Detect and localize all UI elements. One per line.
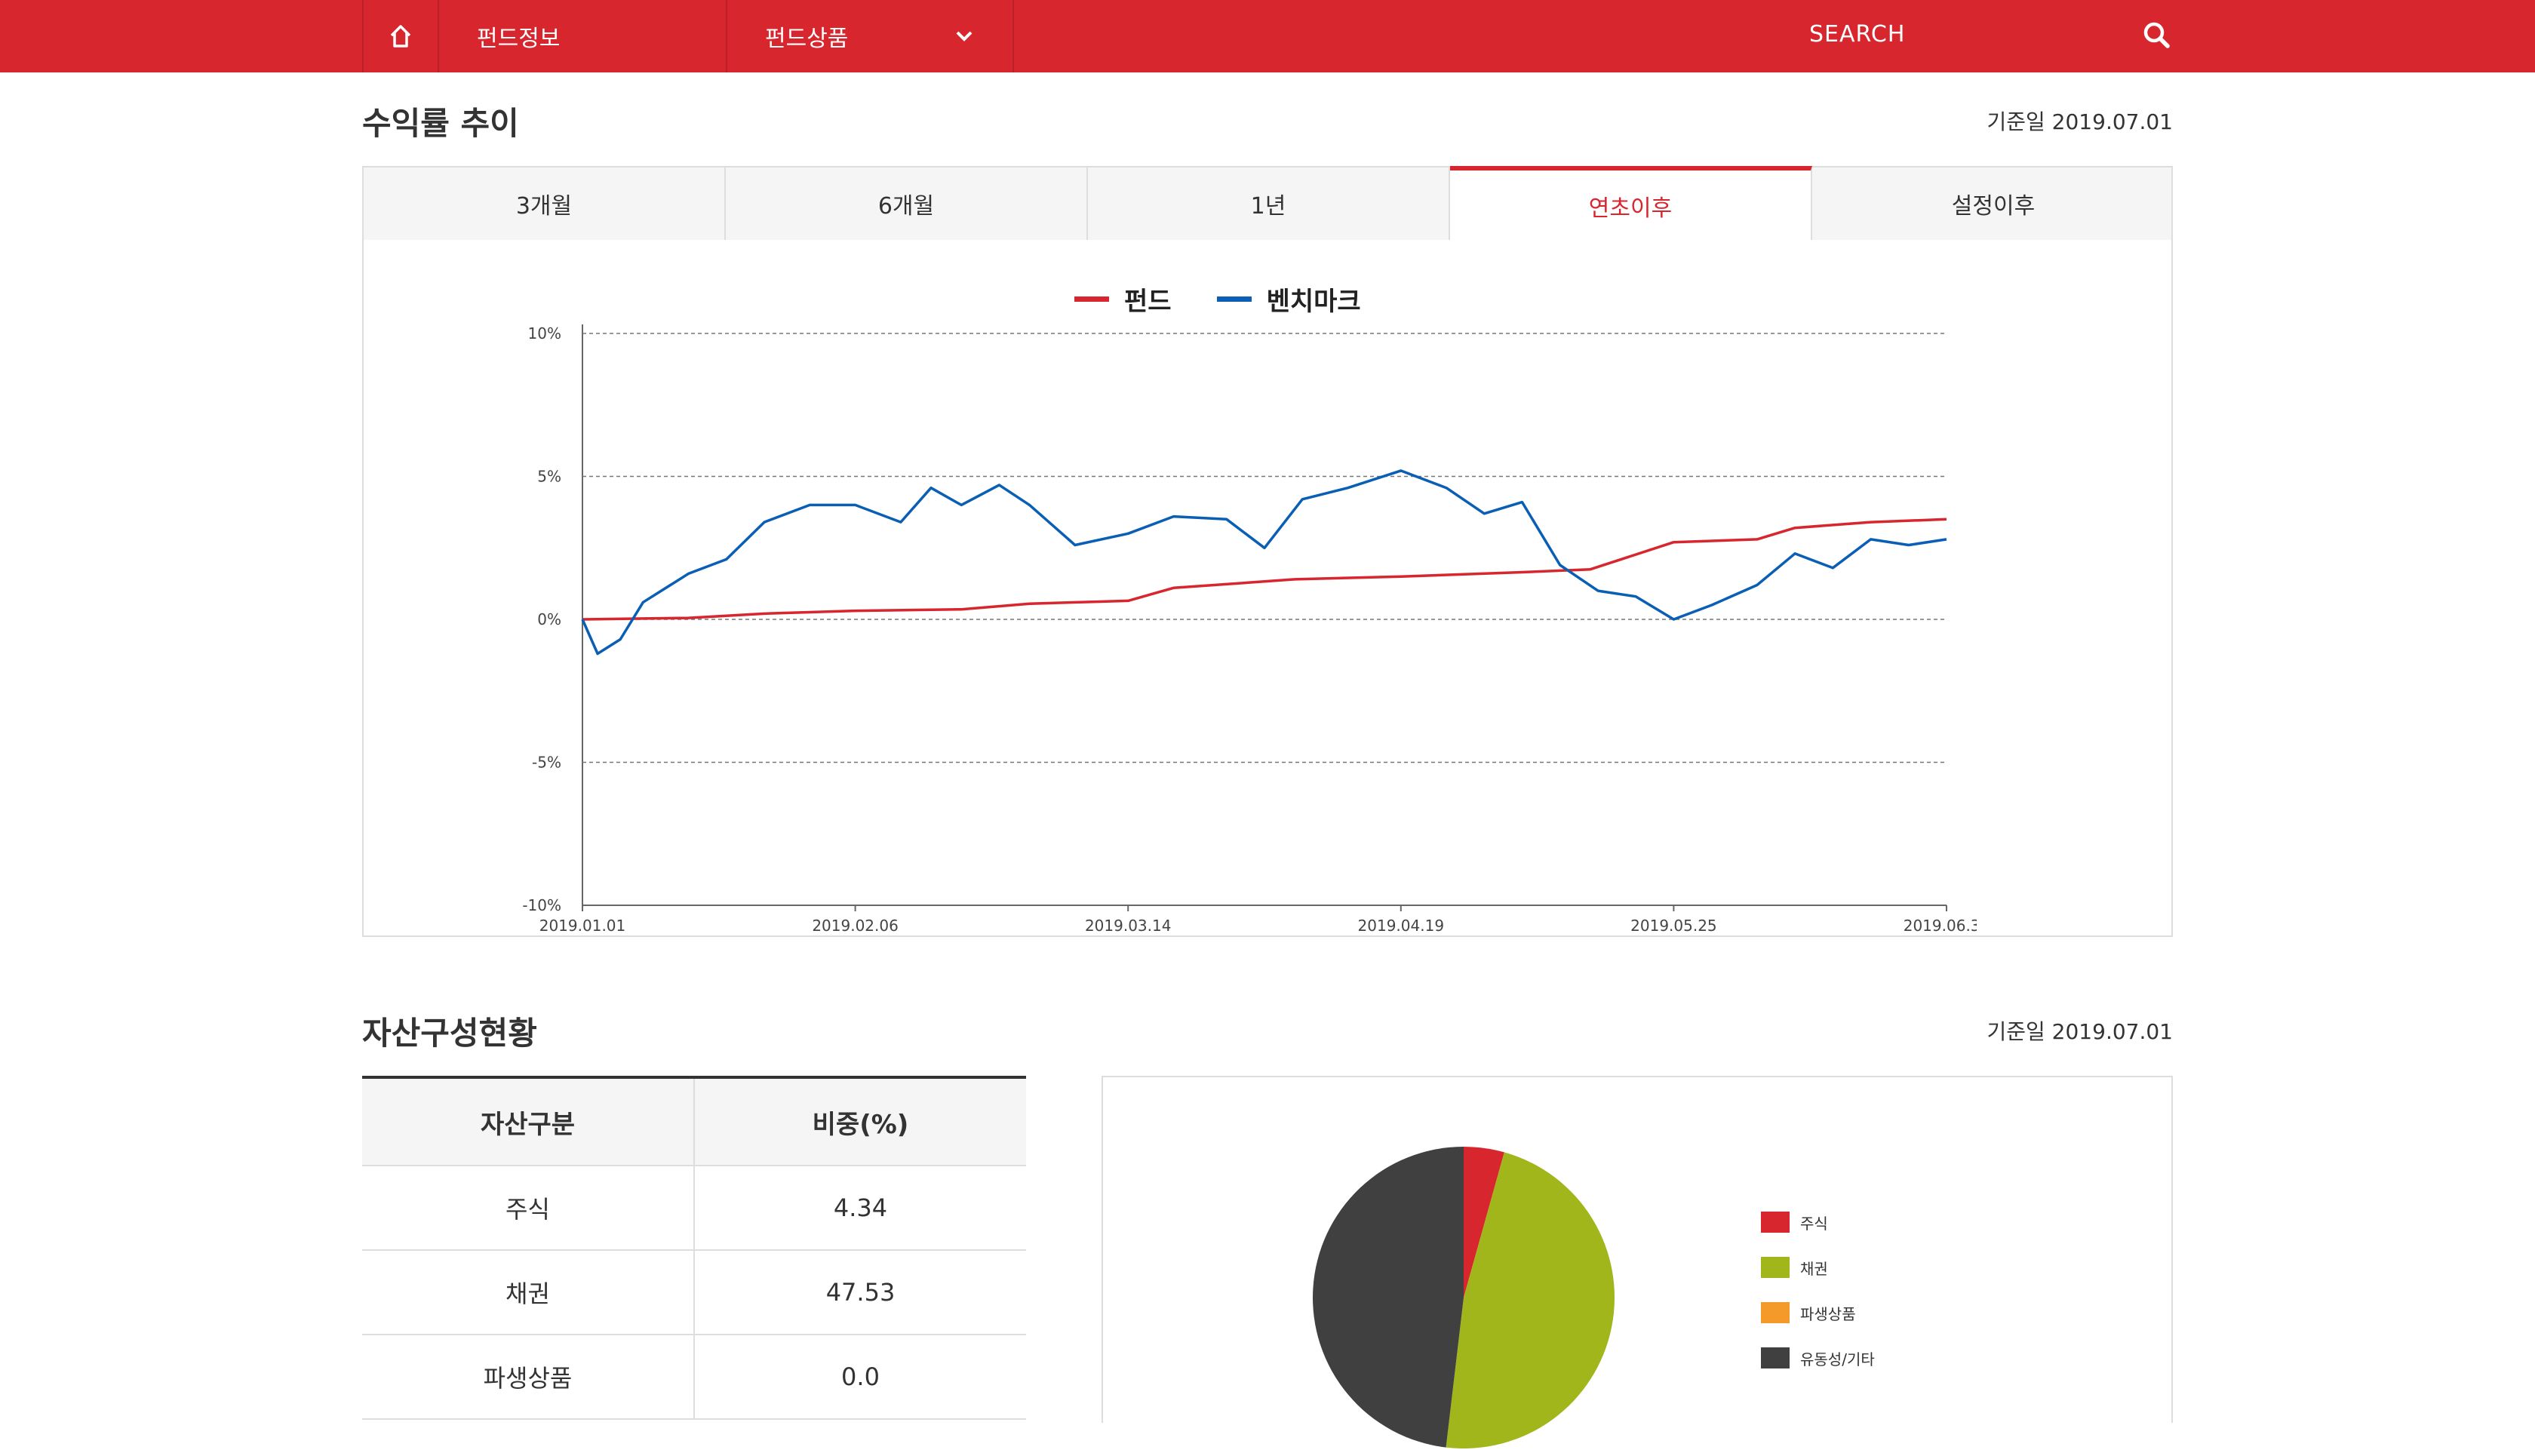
assets-section-title: 자산구성현황 bbox=[362, 1015, 537, 1052]
pie-legend-label: 파생상품 bbox=[1800, 1304, 1856, 1323]
tab-6-months[interactable]: 6개월 bbox=[726, 167, 1088, 240]
legend-benchmark: 벤치마크 bbox=[1216, 281, 1361, 318]
y-tick-label: 0% bbox=[537, 610, 561, 628]
top-navigation-inner: 펀드정보 펀드상품 SEARCH bbox=[362, 0, 2173, 72]
y-tick-label: -10% bbox=[522, 896, 561, 914]
returns-base-date: 기준일 2019.07.01 bbox=[1987, 109, 2174, 134]
returns-section-title: 수익률 추이 bbox=[362, 105, 519, 142]
table-row: 파생상품 0.0 bbox=[362, 1335, 1026, 1420]
home-button[interactable] bbox=[362, 0, 438, 72]
chevron-down-icon bbox=[956, 31, 973, 41]
tab-year-to-date[interactable]: 연초이후 bbox=[1450, 166, 1812, 241]
pie-legend-item: 주식 bbox=[1761, 1200, 1875, 1245]
x-tick-label: 2019.05.25 bbox=[1630, 917, 1717, 935]
nav-fund-products-label: 펀드상품 bbox=[765, 26, 849, 52]
y-tick-label: -5% bbox=[532, 754, 561, 772]
pie-chart-legend: 주식 채권 파생상품 유동성/기타 bbox=[1761, 1200, 1875, 1381]
pie-slice bbox=[1312, 1147, 1464, 1448]
nav-fund-info-label: 펀드정보 bbox=[477, 26, 561, 52]
cell-asset-class: 채권 bbox=[362, 1251, 695, 1334]
home-icon bbox=[390, 25, 411, 48]
line-chart-legend: 펀드 벤치마크 bbox=[1074, 281, 1406, 318]
cell-asset-class: 주식 bbox=[362, 1166, 695, 1249]
period-tabs: 3개월 6개월 1년 연초이후 설정이후 bbox=[362, 166, 2173, 241]
pie-legend-label: 유동성/기타 bbox=[1800, 1350, 1875, 1368]
legend-fund-label: 펀드 bbox=[1124, 287, 1172, 317]
search-input[interactable]: SEARCH bbox=[1809, 21, 1905, 48]
search-icon[interactable] bbox=[2141, 20, 2171, 50]
tab-since-inception[interactable]: 설정이후 bbox=[1812, 167, 2174, 240]
assets-base-date: 기준일 2019.07.01 bbox=[1987, 1019, 2174, 1044]
x-tick-label: 2019.06.30 bbox=[1904, 917, 1977, 935]
asset-composition-table: 자산구분 비중(%) 주식 4.34 채권 47.53 파생상품 0.0 bbox=[362, 1076, 1026, 1420]
tab-1-year[interactable]: 1년 bbox=[1088, 167, 1450, 240]
legend-fund-swatch bbox=[1074, 296, 1109, 302]
asset-pie-chart bbox=[1312, 1147, 1615, 1448]
table-row: 주식 4.34 bbox=[362, 1166, 1026, 1251]
pie-legend-swatch bbox=[1761, 1347, 1790, 1368]
legend-benchmark-swatch bbox=[1216, 296, 1252, 302]
cell-weight: 4.34 bbox=[833, 1193, 888, 1222]
cell-weight: 47.53 bbox=[825, 1278, 896, 1307]
pie-legend-item: 파생상품 bbox=[1761, 1290, 1875, 1335]
legend-fund: 펀드 bbox=[1074, 281, 1172, 318]
x-tick-label: 2019.03.14 bbox=[1085, 917, 1172, 935]
pie-legend-label: 채권 bbox=[1800, 1259, 1828, 1278]
table-header-row: 자산구분 비중(%) bbox=[362, 1079, 1026, 1166]
pie-legend-item: 유동성/기타 bbox=[1761, 1335, 1875, 1381]
pie-legend-swatch bbox=[1761, 1302, 1790, 1323]
x-tick-label: 2019.02.06 bbox=[812, 917, 899, 935]
fund-series-line bbox=[582, 518, 1947, 621]
cell-asset-class: 파생상품 bbox=[362, 1335, 695, 1418]
x-tick-label: 2019.04.19 bbox=[1358, 917, 1445, 935]
table-row: 채권 47.53 bbox=[362, 1251, 1026, 1335]
pie-legend-swatch bbox=[1761, 1212, 1790, 1233]
pie-legend-swatch bbox=[1761, 1257, 1790, 1278]
nav-fund-products-dropdown[interactable]: 펀드상품 bbox=[726, 0, 1014, 72]
header-weight: 비중(%) bbox=[812, 1109, 909, 1140]
benchmark-series-line bbox=[581, 469, 1947, 656]
header-asset-class: 자산구분 bbox=[362, 1079, 695, 1165]
top-navigation-bar: 펀드정보 펀드상품 SEARCH bbox=[0, 0, 2535, 72]
y-tick-label: 10% bbox=[528, 324, 561, 342]
nav-fund-info[interactable]: 펀드정보 bbox=[438, 0, 726, 72]
legend-benchmark-label: 벤치마크 bbox=[1266, 287, 1361, 317]
y-tick-label: 5% bbox=[537, 468, 561, 486]
tab-3-months[interactable]: 3개월 bbox=[364, 167, 726, 240]
pie-legend-label: 주식 bbox=[1800, 1214, 1828, 1233]
x-tick-label: 2019.01.01 bbox=[539, 917, 626, 935]
pie-legend-item: 채권 bbox=[1761, 1245, 1875, 1290]
cell-weight: 0.0 bbox=[841, 1362, 880, 1391]
returns-line-chart: 10% 5% 0% -5% -10% 2019.01.01 2019.02.06 2019.0… bbox=[522, 324, 1977, 935]
pie-chart-container bbox=[1102, 1076, 2173, 1423]
